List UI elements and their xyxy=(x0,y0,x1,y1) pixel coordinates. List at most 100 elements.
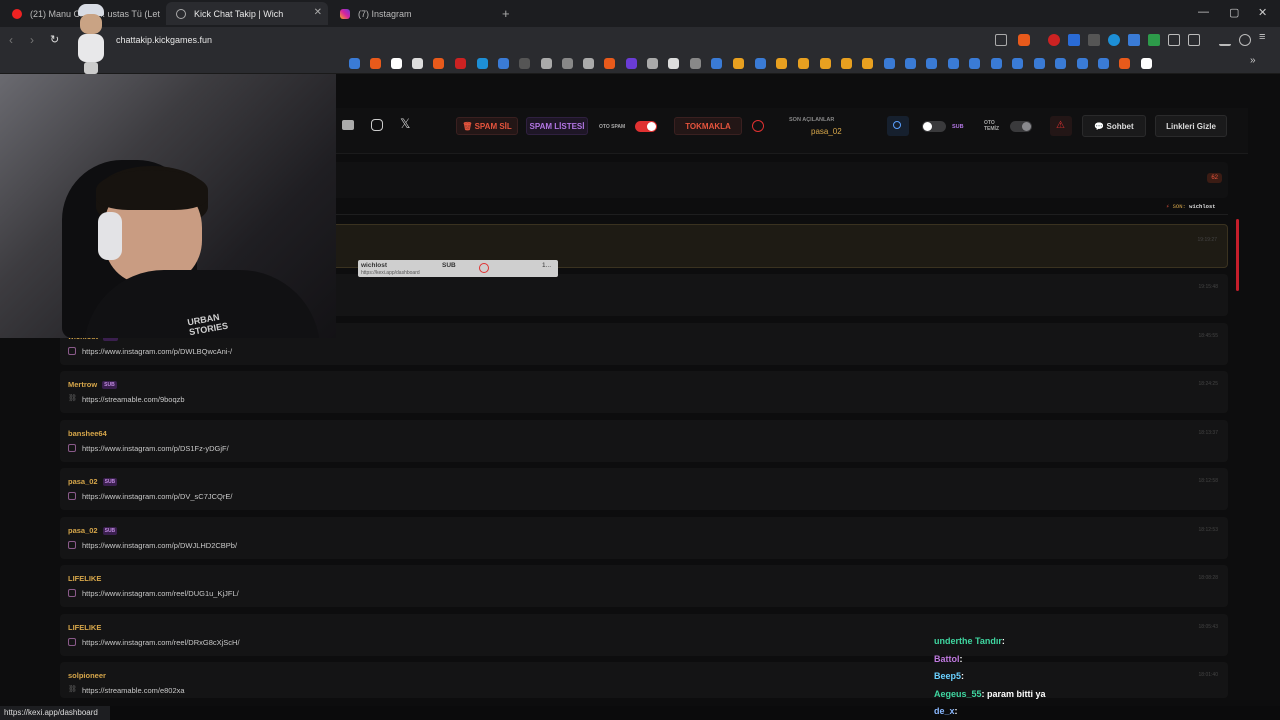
bookmark-icon[interactable] xyxy=(755,58,766,69)
message-username[interactable]: pasa_02 SUB xyxy=(68,477,118,487)
bookmark-icon[interactable] xyxy=(905,58,916,69)
download-icon[interactable] xyxy=(1219,34,1231,46)
bookmark-icon[interactable] xyxy=(626,58,637,69)
message-link[interactable]: https://streamable.com/e802xa xyxy=(82,686,185,695)
alert-button[interactable]: ⚠ xyxy=(1050,116,1072,136)
message-link[interactable]: https://www.instagram.com/reel/DRxG8cXjS… xyxy=(82,638,240,647)
spam-listesi-button[interactable]: SPAM LİSTESİ xyxy=(526,117,588,135)
bookmark-icon[interactable] xyxy=(926,58,937,69)
scrollbar-thumb[interactable] xyxy=(1236,219,1239,291)
message-link[interactable]: https://www.instagram.com/p/DWLBQwcAni-/ xyxy=(82,347,232,356)
bookmark-icon[interactable] xyxy=(519,58,530,69)
bookmark-icon[interactable] xyxy=(1077,58,1088,69)
url-field[interactable]: chattakip.kickgames.fun xyxy=(116,35,212,45)
bookmark-icon[interactable] xyxy=(1119,58,1130,69)
bookmark-icon[interactable] xyxy=(455,58,466,69)
message-link[interactable]: https://www.instagram.com/p/DS1Fz-yDGjF/ xyxy=(82,444,229,453)
extension-icon[interactable] xyxy=(1128,34,1140,46)
bookmark-icon[interactable] xyxy=(733,58,744,69)
son-acilanlar-value[interactable]: pasa_02 xyxy=(811,127,842,136)
bookmark-icon[interactable] xyxy=(391,58,402,69)
bookmark-icon[interactable] xyxy=(862,58,873,69)
bookmark-icon[interactable] xyxy=(1034,58,1045,69)
message-username[interactable]: solpioneer xyxy=(68,671,106,680)
bookmark-icon[interactable] xyxy=(477,58,488,69)
bookmark-icon[interactable] xyxy=(948,58,959,69)
bookmark-icon[interactable] xyxy=(412,58,423,69)
sohbet-button[interactable]: 💬 Sohbet xyxy=(1082,115,1146,137)
bookmark-icon[interactable] xyxy=(690,58,701,69)
bookmark-icon[interactable] xyxy=(647,58,658,69)
extension-icon[interactable] xyxy=(1068,34,1080,46)
bookmark-icon[interactable] xyxy=(991,58,1002,69)
bookmark-icon[interactable] xyxy=(1055,58,1066,69)
extension-icon[interactable] xyxy=(1148,34,1160,46)
extension-icon[interactable] xyxy=(1088,34,1100,46)
puzzle-icon[interactable] xyxy=(1168,34,1180,46)
bookmark-icon[interactable] xyxy=(776,58,787,69)
extension-icon[interactable] xyxy=(1048,34,1060,46)
message-link[interactable]: https://streamable.com/9boqzb xyxy=(82,395,185,404)
message-username[interactable]: LIFELIKE xyxy=(68,574,101,583)
message-card[interactable]: LIFELIKE https://www.instagram.com/reel/D… xyxy=(60,565,1228,607)
bookmark-icon[interactable] xyxy=(541,58,552,69)
bookmark-icon[interactable] xyxy=(841,58,852,69)
message-link[interactable]: https://www.instagram.com/p/DWJLHD2CBPb/ xyxy=(82,541,237,550)
bookmark-icon[interactable] xyxy=(711,58,722,69)
message-card[interactable]: pasa_02 SUB https://www.instagram.com/p/DV… xyxy=(60,468,1228,510)
linkleri-gizle-button[interactable]: Linkleri Gizle xyxy=(1155,115,1227,137)
minimize-icon[interactable]: — xyxy=(1198,6,1209,18)
oto-temiz-toggle[interactable] xyxy=(1010,121,1032,132)
bookmark-icon[interactable] xyxy=(433,58,444,69)
bookmark-icon[interactable] xyxy=(498,58,509,69)
message-card[interactable]: banshee64 https://www.instagram.com/p/DS1… xyxy=(60,419,1228,462)
bookmarks-overflow-icon[interactable]: » xyxy=(1250,55,1261,66)
tab-instagram[interactable]: (7) Instagram xyxy=(330,2,490,25)
bookmark-icon[interactable] xyxy=(370,58,381,69)
message-username[interactable]: Mertrow SUB xyxy=(68,380,117,390)
maximize-icon[interactable]: ▢ xyxy=(1229,6,1239,19)
bookmark-icon[interactable] xyxy=(562,58,573,69)
bookmark-icon[interactable] xyxy=(604,58,615,69)
extension-icon[interactable] xyxy=(1108,34,1120,46)
message-username[interactable]: LIFELIKE xyxy=(68,623,101,632)
reload-icon[interactable]: ↻ xyxy=(50,33,59,46)
message-card[interactable]: solpioneer ⛓ https://streamable.com/e802xa… xyxy=(60,662,1228,698)
bookmark-icon[interactable] xyxy=(884,58,895,69)
message-link[interactable]: https://www.instagram.com/reel/DUG1u_KjJ… xyxy=(82,589,239,598)
bookmark-icon[interactable] xyxy=(583,58,594,69)
sidebar-icon[interactable] xyxy=(1188,34,1200,46)
bookmark-icon[interactable] xyxy=(668,58,679,69)
message-card[interactable]: pasa_02 SUB https://www.instagram.com/p/DW… xyxy=(60,516,1228,559)
bookmark-icon[interactable] xyxy=(1098,58,1109,69)
message-username[interactable]: pasa_02 SUB xyxy=(68,526,118,535)
brave-shield-icon[interactable] xyxy=(1018,34,1030,46)
close-window-icon[interactable]: ✕ xyxy=(1258,6,1267,19)
instagram-icon[interactable] xyxy=(371,119,383,131)
sub-toggle[interactable] xyxy=(922,121,946,132)
ban-icon[interactable] xyxy=(752,120,764,132)
media-icon[interactable] xyxy=(1239,34,1251,46)
message-username[interactable]: banshee64 xyxy=(68,429,107,438)
bookmark-icon[interactable] xyxy=(1141,58,1152,69)
forward-icon[interactable]: › xyxy=(30,33,34,47)
spam-sil-button[interactable]: 🗑 SPAM SİL xyxy=(456,117,518,135)
close-tab-icon[interactable]: ✕ xyxy=(314,7,322,18)
bookmark-icon[interactable] xyxy=(1012,58,1023,69)
tokmakla-button[interactable]: TOKMAKLA xyxy=(674,117,742,135)
tab-kick-chat[interactable]: Kick Chat Takip | Wich ✕ xyxy=(166,2,328,25)
oto-spam-toggle[interactable] xyxy=(635,121,657,132)
message-card[interactable]: Mertrow SUB ⛓ https://streamable.com/9boqzb… xyxy=(60,371,1228,413)
search-button[interactable] xyxy=(887,116,909,136)
x-icon[interactable]: 𝕏 xyxy=(400,116,410,132)
bookmark-icon[interactable] xyxy=(349,58,360,69)
bookmark-icon[interactable] xyxy=(798,58,809,69)
bookmark-icon[interactable] xyxy=(820,58,831,69)
message-card[interactable]: LIFELIKE https://www.instagram.com/reel/D… xyxy=(60,613,1228,656)
youtube-icon[interactable] xyxy=(342,120,354,130)
message-link[interactable]: https://www.instagram.com/p/DV_sC7JCQrE/ xyxy=(82,492,232,501)
back-icon[interactable]: ‹ xyxy=(9,33,13,47)
new-tab-button[interactable]: + xyxy=(492,2,516,25)
share-icon[interactable] xyxy=(995,34,1007,46)
bookmark-icon[interactable] xyxy=(969,58,980,69)
